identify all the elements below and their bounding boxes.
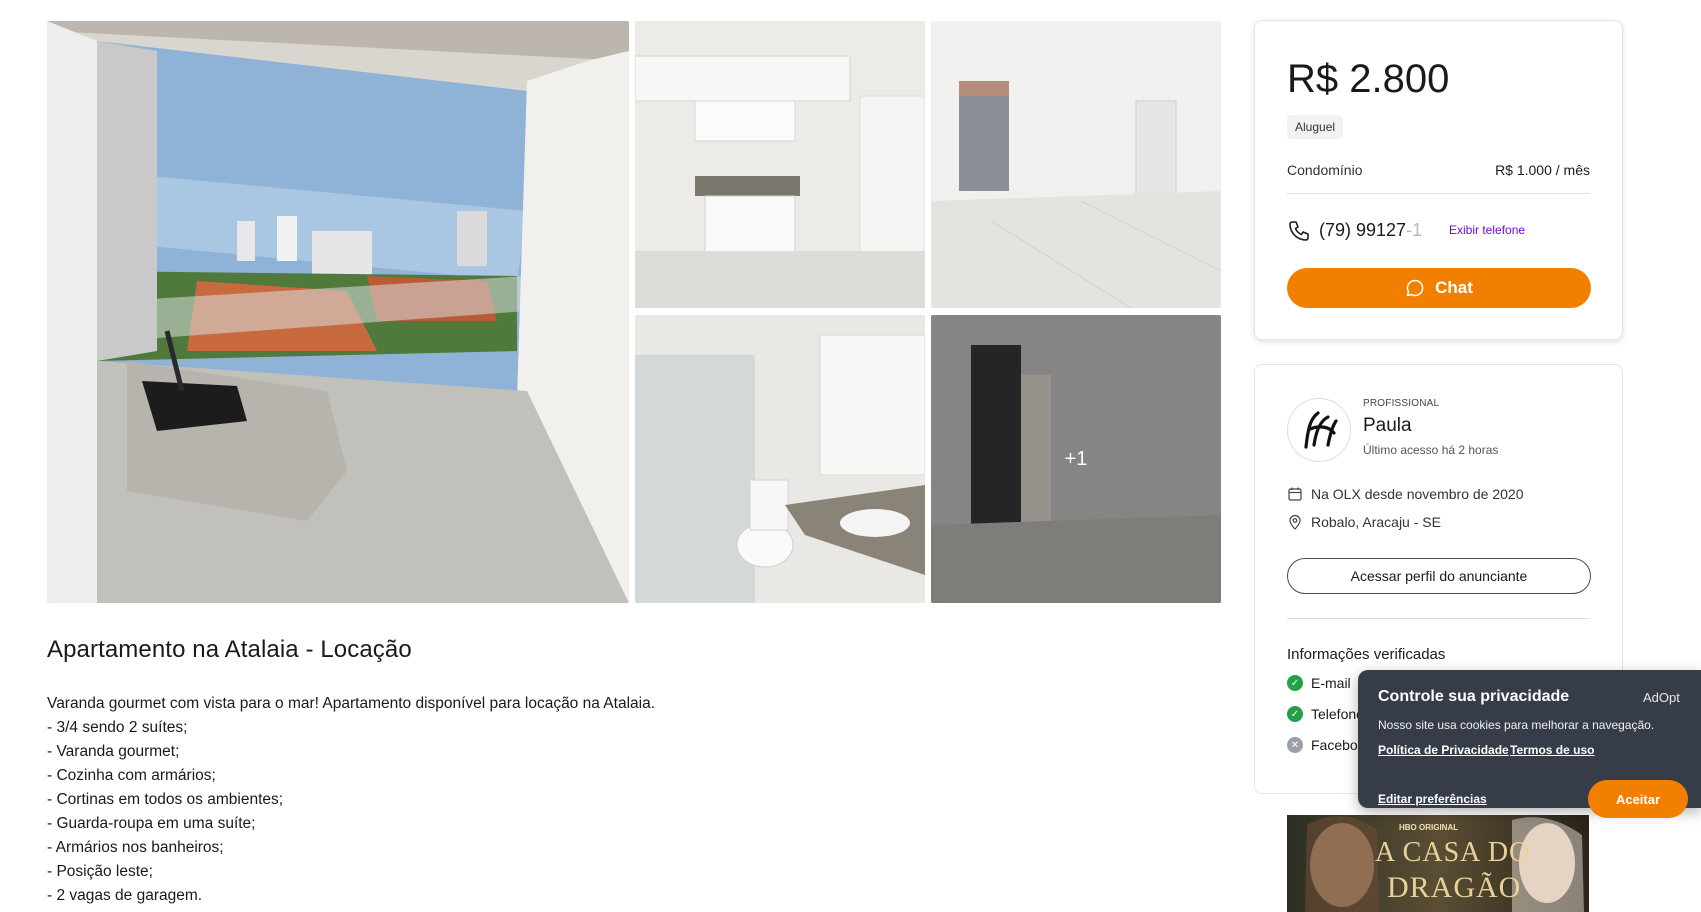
condo-label: Condomínio: [1287, 162, 1363, 178]
location-row: Robalo, Aracaju - SE: [1287, 514, 1441, 530]
x-icon: ✕: [1287, 737, 1303, 753]
chat-bubble-icon: [1406, 279, 1424, 297]
ad-banner[interactable]: HBO ORIGINAL A CASA DO DRAGÃO: [1287, 815, 1589, 912]
seller-logo-icon: [1289, 400, 1350, 461]
privacy-text: Nosso site usa cookies para melhorar a n…: [1378, 718, 1655, 732]
terms-link[interactable]: Termos de uso: [1510, 743, 1594, 757]
description-line: - Armários nos banheiros;: [47, 839, 224, 856]
verified-label: Telefone: [1311, 706, 1364, 722]
edit-preferences-link[interactable]: Editar preferências: [1378, 792, 1487, 806]
show-phone-link[interactable]: Exibir telefone: [1449, 223, 1525, 237]
description-line: - Cozinha com armários;: [47, 767, 216, 784]
description-line: - 3/4 sendo 2 suítes;: [47, 719, 188, 736]
verified-email-row: ✓ E-mail: [1287, 675, 1351, 691]
ad-title: Apartamento na Atalaia - Locação: [47, 636, 412, 663]
seller-last-seen: Último acesso há 2 horas: [1363, 443, 1499, 457]
photo-kitchen[interactable]: [635, 21, 925, 308]
adopt-logo: AdOpt: [1643, 690, 1680, 705]
description-line: - Guarda-roupa em uma suíte;: [47, 815, 256, 832]
location-text: Robalo, Aracaju - SE: [1311, 514, 1441, 530]
location-pin-icon: [1289, 514, 1301, 530]
view-profile-button[interactable]: Acessar perfil do anunciante: [1287, 558, 1591, 594]
verified-phone-row: ✓ Telefone: [1287, 706, 1364, 722]
check-icon: ✓: [1287, 675, 1303, 691]
description-line: - Posição leste;: [47, 863, 153, 880]
chat-button-label: Chat: [1435, 278, 1473, 297]
seller-name[interactable]: Paula: [1363, 415, 1412, 437]
accept-button[interactable]: Aceitar: [1588, 780, 1688, 818]
description-line: - Varanda gourmet;: [47, 743, 180, 760]
divider: [1287, 193, 1590, 194]
description-line: Varanda gourmet com vista para o mar! Ap…: [47, 695, 656, 712]
phone-number-visible: (79) 99127: [1319, 220, 1407, 240]
member-since-text: Na OLX desde novembro de 2020: [1311, 486, 1524, 502]
banner-title: A CASA DO: [1375, 837, 1531, 868]
price: R$ 2.800: [1287, 57, 1450, 101]
listing-type-tag: Aluguel: [1287, 115, 1344, 139]
price-card: R$ 2.800 Aluguel Condomínio R$ 1.000 / m…: [1254, 20, 1623, 340]
ad-description: Varanda gourmet com vista para o mar! Ap…: [47, 692, 807, 908]
banner-brand: HBO ORIGINAL: [1399, 823, 1459, 832]
condo-value: R$ 1.000 / mês: [1495, 162, 1590, 178]
privacy-title: Controle sua privacidade: [1378, 688, 1570, 705]
check-icon: ✓: [1287, 706, 1303, 722]
divider: [1287, 618, 1590, 619]
phone-number: (79) 99127-1: [1319, 220, 1422, 241]
professional-badge: PROFISSIONAL: [1363, 398, 1440, 409]
photo-bedroom[interactable]: +1: [931, 315, 1221, 603]
verified-label: E-mail: [1311, 675, 1351, 691]
photo-gallery: +1: [47, 21, 1221, 603]
seller-avatar[interactable]: [1287, 398, 1351, 462]
privacy-popup: Controle sua privacidade AdOpt Nosso sit…: [1358, 670, 1701, 818]
banner-title-2: DRAGÃO: [1387, 871, 1522, 904]
member-since-row: Na OLX desde novembro de 2020: [1287, 486, 1523, 502]
privacy-policy-link[interactable]: Política de Privacidade: [1378, 743, 1509, 757]
description-line: - 2 vagas de garagem.: [47, 887, 203, 904]
verified-info-title: Informações verificadas: [1287, 646, 1446, 663]
more-photos-count[interactable]: +1: [931, 315, 1221, 603]
photo-balcony[interactable]: [47, 21, 629, 603]
phone-number-hidden: -1: [1406, 220, 1423, 240]
photo-bathroom[interactable]: [635, 315, 925, 603]
phone-icon: [1289, 221, 1309, 241]
chat-button[interactable]: Chat: [1287, 268, 1591, 308]
description-line: - Cortinas em todos os ambientes;: [47, 791, 284, 808]
calendar-icon: [1288, 487, 1302, 501]
photo-living-room[interactable]: [931, 21, 1221, 308]
